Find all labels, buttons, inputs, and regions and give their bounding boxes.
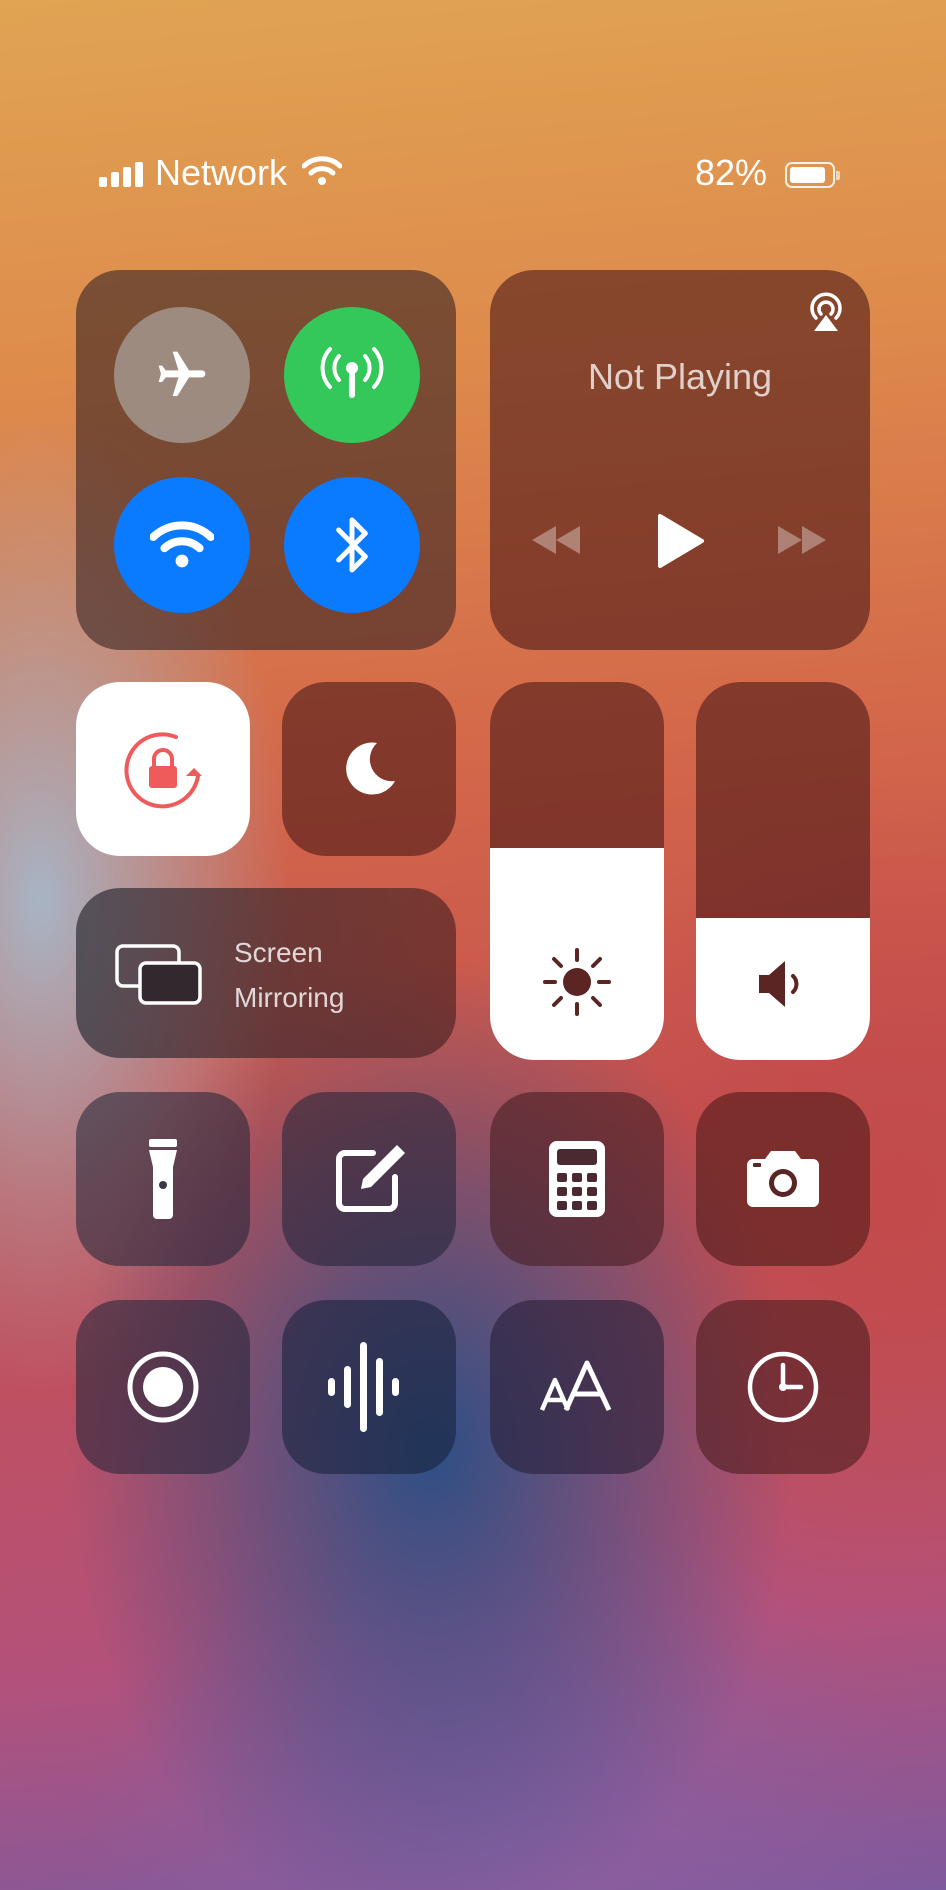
speaker-icon [759,961,799,1007]
rewind-button[interactable] [528,522,584,558]
notes-icon [336,1145,405,1212]
camera-icon [747,1151,819,1207]
brightness-slider[interactable] [490,682,664,1060]
text-size-icon [539,1360,612,1412]
screen-mirroring-label-line1: Screen [234,937,323,968]
clock-button[interactable] [696,1300,870,1474]
moon-icon [346,742,395,795]
voice-memo-icon [328,1342,399,1432]
bluetooth-button[interactable] [284,477,420,613]
battery-percentage: 82% [695,152,768,193]
notes-button[interactable] [282,1092,456,1266]
connectivity-module [76,270,456,650]
do-not-disturb-button[interactable] [282,682,456,856]
rotation-lock-icon [124,732,202,809]
play-icon [658,514,704,568]
airplay-audio-icon[interactable] [802,288,850,341]
status-bar: Network 82% [0,150,946,200]
calculator-button[interactable] [490,1092,664,1266]
cellular-signal-icon [99,162,143,187]
battery-icon [785,162,840,188]
screen-mirroring-label-line2: Mirroring [234,982,345,1013]
text-size-button[interactable] [490,1300,664,1474]
play-button[interactable] [654,512,706,570]
volume-slider[interactable] [696,682,870,1060]
screen-record-button[interactable] [76,1300,250,1474]
bluetooth-icon [336,517,368,573]
orientation-lock-button[interactable] [76,682,250,856]
now-playing-title: Not Playing [587,356,773,397]
wifi-button[interactable] [114,477,250,613]
fast-forward-button[interactable] [774,522,830,558]
voice-memo-button[interactable] [282,1300,456,1474]
airplane-icon [158,351,206,396]
screen-mirroring-button[interactable]: Screen Mirroring [76,888,456,1058]
carrier-name: Network [155,152,288,193]
sun-icon [543,948,611,1016]
flashlight-icon [149,1139,177,1219]
screen-mirroring-icon [114,943,204,1010]
wifi-icon [150,521,214,568]
rewind-icon [532,526,580,554]
fast-forward-icon [778,526,826,554]
now-playing-module[interactable]: Not Playing [490,270,870,650]
cellular-data-button[interactable] [284,307,420,443]
flashlight-button[interactable] [76,1092,250,1266]
screen-record-icon [127,1351,199,1423]
camera-button[interactable] [696,1092,870,1266]
airplane-mode-button[interactable] [114,307,250,443]
antenna-icon [320,347,384,398]
clock-icon [747,1351,819,1423]
status-wifi-icon [301,156,343,191]
calculator-icon [549,1141,605,1217]
